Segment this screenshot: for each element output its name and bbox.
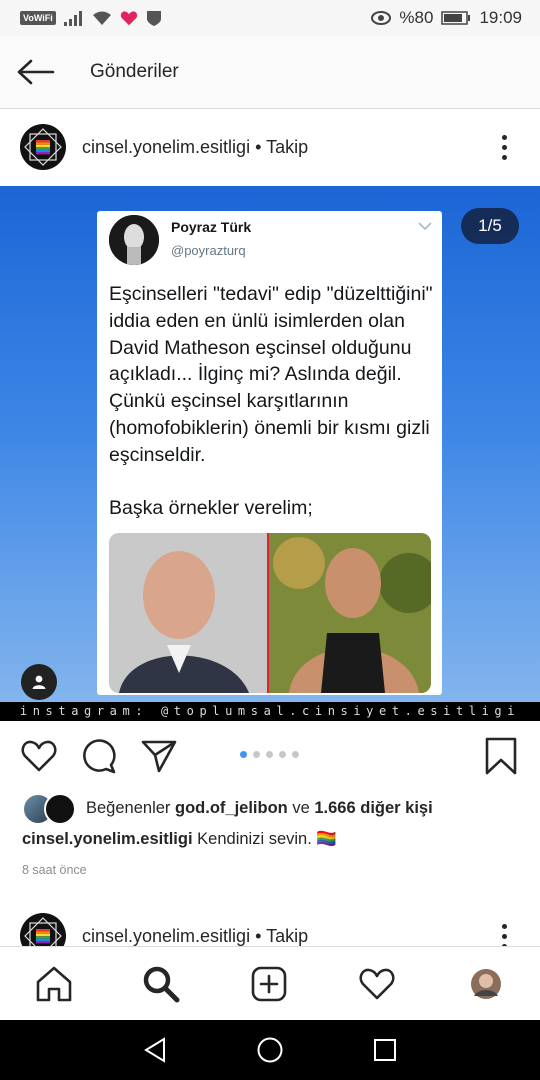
heart-icon [359, 968, 395, 1000]
tagged-users-button[interactable] [21, 664, 57, 700]
liker-username[interactable]: god.of_jelibon [175, 799, 288, 818]
tweet-photos [109, 533, 431, 693]
likes-row[interactable]: Beğenenler god.of_jelibon ve 1.666 diğer… [22, 792, 433, 825]
battery-icon [441, 11, 471, 25]
comment-icon [83, 739, 116, 774]
like-button[interactable] [19, 736, 59, 776]
tweet-photo-right [267, 533, 431, 693]
next-account-name[interactable]: cinsel.yonelim.esitligi [82, 926, 250, 946]
square-recents-icon [374, 1039, 396, 1061]
carousel-dot [279, 751, 286, 758]
share-button[interactable] [139, 736, 179, 776]
plus-square-icon [251, 966, 287, 1002]
likes-prefix: Beğenenler [86, 798, 171, 817]
nav-profile[interactable] [465, 963, 507, 1005]
heart-icon [21, 740, 57, 772]
tweet-avatar [109, 215, 159, 265]
circle-home-icon [257, 1037, 283, 1063]
follow-button[interactable]: • Takip [255, 137, 308, 157]
vowifi-icon: VoWiFi [20, 11, 56, 25]
post-actions [0, 722, 540, 790]
likes-others[interactable]: 1.666 diğer kişi [314, 799, 432, 818]
liker-avatars [22, 793, 76, 825]
user-icon [32, 675, 46, 689]
chevron-down-icon [418, 222, 432, 231]
nav-new-post[interactable] [248, 963, 290, 1005]
system-navigation [0, 1020, 540, 1080]
top-bar: Gönderiler [0, 36, 540, 109]
more-options-button[interactable] [492, 127, 516, 167]
post-caption: cinsel.yonelim.esitligi Kendinizi sevin.… [22, 830, 337, 849]
heart-status-icon [120, 11, 137, 26]
arrow-left-icon [17, 59, 55, 85]
send-icon [141, 740, 177, 773]
likes-conj: ve [292, 798, 310, 817]
carousel-counter: 1/5 [461, 208, 519, 244]
system-back-button[interactable] [140, 1035, 170, 1065]
tweet-author-handle: @poyrazturq [171, 243, 246, 258]
carousel-dot [292, 751, 299, 758]
shield-icon [146, 10, 161, 26]
account-name[interactable]: cinsel.yonelim.esitligi [82, 137, 250, 157]
battery-percent: %80 [399, 8, 434, 27]
search-icon [143, 966, 180, 1003]
post-time: 8 saat önce [22, 863, 87, 877]
signal-icon [63, 11, 82, 26]
tweet-author-name: Poyraz Türk [171, 219, 252, 235]
post-header: cinsel.yonelim.esitligi • Takip [0, 109, 540, 185]
bookmark-icon [485, 737, 517, 775]
nav-home[interactable] [33, 963, 75, 1005]
carousel-indicator [240, 751, 299, 758]
nav-search[interactable] [140, 963, 182, 1005]
next-follow-button[interactable]: • Takip [255, 926, 308, 946]
system-home-button[interactable] [255, 1035, 285, 1065]
comment-button[interactable] [79, 736, 119, 776]
clock: 19:09 [479, 8, 522, 27]
watermark-text: instagram: @toplumsal.cinsiyet.esitligi [0, 702, 540, 721]
nav-activity[interactable] [356, 963, 398, 1005]
carousel-dot-active [240, 751, 247, 758]
tweet-card: Poyraz Türk @poyrazturq Eşcinselleri "te… [97, 211, 442, 695]
caption-text: Kendinizi sevin. 🏳️‍🌈 [197, 830, 337, 848]
home-icon [36, 966, 72, 1002]
post-image[interactable]: Poyraz Türk @poyrazturq Eşcinselleri "te… [0, 186, 540, 721]
eye-icon [371, 11, 392, 25]
statue-avatar-icon [109, 215, 159, 265]
bottom-navigation [0, 946, 540, 1021]
system-recents-button[interactable] [370, 1035, 400, 1065]
triangle-back-icon [144, 1037, 165, 1063]
page-title: Gönderiler [90, 61, 179, 82]
back-button[interactable] [0, 36, 72, 108]
carousel-dot [266, 751, 273, 758]
caption-account[interactable]: cinsel.yonelim.esitligi [22, 830, 193, 848]
profile-avatar [471, 969, 501, 999]
save-button[interactable] [481, 736, 521, 776]
rainbow-heart-logo-icon [24, 128, 62, 166]
wifi-icon [92, 11, 111, 25]
account-avatar[interactable] [20, 124, 66, 170]
tweet-text: Eşcinselleri "tedavi" edip "düzelttiğini… [109, 283, 433, 520]
tweet-photo-left [109, 533, 267, 693]
liker-avatar [44, 793, 76, 825]
carousel-dot [253, 751, 260, 758]
status-bar: VoWiFi %80 19:09 [0, 0, 540, 36]
